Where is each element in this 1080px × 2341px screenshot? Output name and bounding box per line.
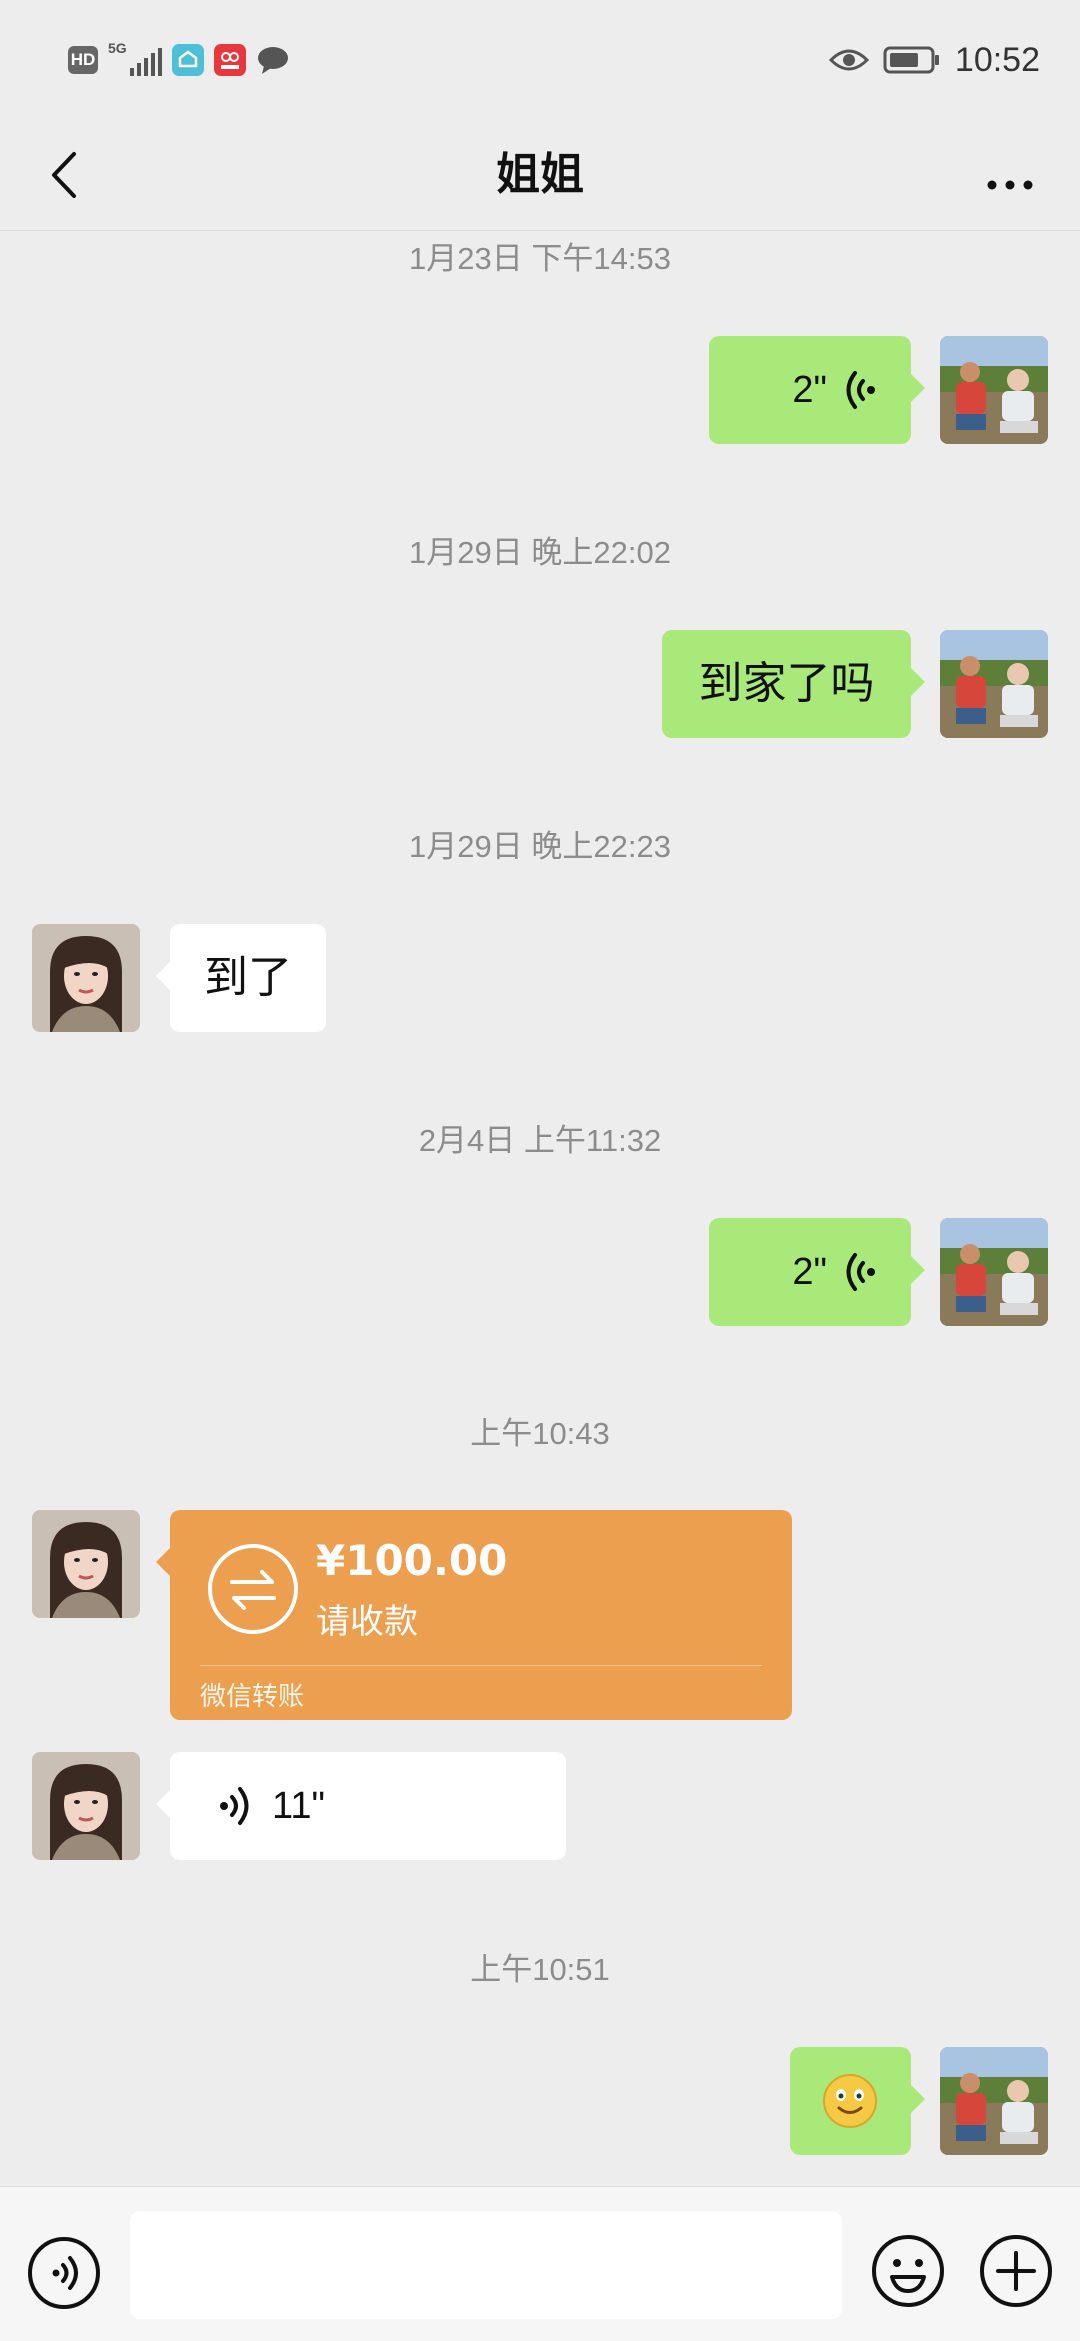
voice-wave-icon (220, 1787, 249, 1825)
plus-icon (980, 2235, 1052, 2307)
chevron-left-icon (52, 152, 76, 198)
voice-wave-icon (846, 371, 875, 409)
chat-title: 姐姐 (496, 149, 584, 200)
more-options-button[interactable] (970, 140, 1050, 210)
battery-icon (883, 45, 941, 75)
wechat-transfer-card[interactable]: ¥100.00 请收款 微信转账 (156, 1510, 792, 1720)
voice-duration: 11" (272, 1784, 325, 1827)
smile-emoji-icon (823, 2074, 877, 2128)
transfer-arrows-icon (208, 1544, 298, 1634)
text-message-bubble[interactable]: 到家了吗 (662, 630, 925, 738)
more-dots-icon (987, 180, 1033, 190)
message-input[interactable] (130, 2211, 842, 2319)
voice-duration: 2" (792, 368, 827, 411)
my-avatar[interactable] (940, 630, 1048, 738)
voice-mode-icon (28, 2237, 100, 2309)
smiley-icon (872, 2235, 944, 2307)
message-timestamp: 上午10:43 (470, 1416, 610, 1451)
my-avatar[interactable] (940, 336, 1048, 444)
transfer-label: 微信转账 (200, 1682, 305, 1712)
voice-duration: 2" (792, 1250, 827, 1293)
message-input-bar (0, 2186, 1080, 2341)
message-timestamp: 2月4日 上午11:32 (418, 1123, 662, 1158)
status-left-icons: HD 5G (68, 40, 290, 80)
message-text: 到家了吗 (698, 658, 875, 709)
message-timestamp: 1月29日 晚上22:23 (409, 829, 671, 864)
transfer-status: 请收款 (316, 1602, 418, 1642)
transfer-amount: ¥100.00 (316, 1536, 508, 1585)
message-timestamp: 1月29日 晚上22:02 (409, 535, 671, 570)
text-message-bubble[interactable]: 到了 (156, 924, 326, 1032)
message-notification-icon (256, 44, 290, 76)
eye-comfort-icon (828, 45, 870, 75)
voice-input-button[interactable] (26, 2235, 102, 2311)
my-avatar[interactable] (940, 2047, 1048, 2155)
voice-message-bubble[interactable]: 2" (709, 336, 925, 444)
contact-avatar[interactable] (32, 1510, 140, 1618)
chat-header: 姐姐 (0, 120, 1080, 231)
back-button[interactable] (30, 140, 100, 210)
voice-message-bubble[interactable]: 11" (156, 1752, 566, 1860)
status-right-icons: 10:52 (828, 34, 1040, 86)
cellular-signal-icon: 5G (108, 40, 162, 80)
more-functions-button[interactable] (978, 2233, 1054, 2309)
message-timestamp: 1月23日 下午14:53 (409, 241, 671, 276)
voice-message-bubble[interactable]: 2" (709, 1218, 925, 1326)
voice-wave-icon (846, 1253, 875, 1291)
app-notification-icon (172, 44, 204, 76)
shopping-app-notification-icon (214, 44, 246, 76)
contact-avatar[interactable] (32, 1752, 140, 1860)
emoji-message-bubble[interactable] (790, 2047, 925, 2155)
my-avatar[interactable] (940, 1218, 1048, 1326)
transfer-divider (200, 1665, 762, 1666)
contact-avatar[interactable] (32, 924, 140, 1032)
status-bar: HD 5G 10:52 (0, 0, 1080, 120)
message-timestamp: 上午10:51 (470, 1952, 610, 1987)
message-text: 到了 (204, 952, 292, 1003)
emoji-button[interactable] (870, 2233, 946, 2309)
status-time: 10:52 (954, 40, 1040, 79)
network-type: 5G (108, 40, 127, 56)
hd-badge: HD (68, 46, 98, 74)
